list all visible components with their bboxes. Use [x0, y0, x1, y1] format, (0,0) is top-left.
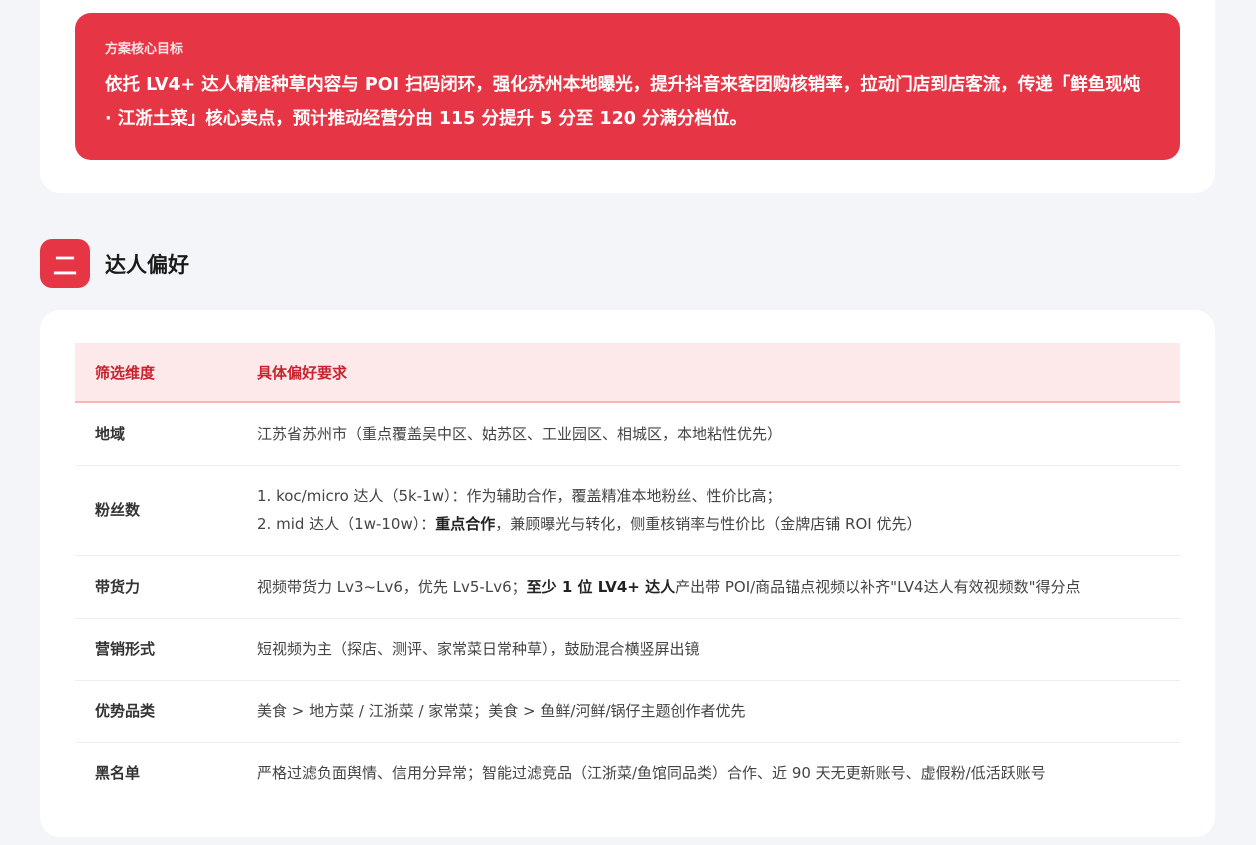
table-row: 粉丝数 1. koc/micro 达人（5k-1w）：作为辅助合作，覆盖精准本地… [75, 465, 1180, 556]
row-requirement: 1. koc/micro 达人（5k-1w）：作为辅助合作，覆盖精准本地粉丝、性… [257, 465, 1180, 556]
row-dimension: 地域 [75, 402, 257, 466]
section-title: 达人偏好 [105, 252, 189, 277]
requirement-text: 短视频为主（探店、测评、家常菜日常种草），鼓励混合横竖屏出镜 [257, 640, 700, 658]
row-requirement: 严格过滤负面舆情、信用分异常；智能过滤竞品（江浙菜/鱼馆同品类）合作、近 90 … [257, 742, 1180, 804]
column-header-dimension: 筛选维度 [75, 343, 257, 403]
column-header-requirement: 具体偏好要求 [257, 343, 1180, 403]
requirement-text: 2. mid 达人（1w-10w）： [257, 515, 436, 533]
row-dimension: 优势品类 [75, 680, 257, 743]
preference-table: 筛选维度 具体偏好要求 地域 江苏省苏州市（重点覆盖吴中区、姑苏区、工业园区、相… [75, 343, 1180, 804]
requirement-text: 美食 > 地方菜 / 江浙菜 / 家常菜；美食 > 鱼鲜/河鲜/锅仔主题创作者优… [257, 702, 746, 720]
row-requirement: 美食 > 地方菜 / 江浙菜 / 家常菜；美食 > 鱼鲜/河鲜/锅仔主题创作者优… [257, 680, 1180, 743]
row-dimension: 营销形式 [75, 618, 257, 681]
table-header-row: 筛选维度 具体偏好要求 [75, 343, 1180, 403]
table-row: 带货力 视频带货力 Lv3~Lv6，优先 Lv5-Lv6；至少 1 位 LV4+… [75, 555, 1180, 619]
row-dimension: 带货力 [75, 555, 257, 619]
section-number-badge: 二 [40, 239, 90, 288]
requirement-text: ，兼顾曝光与转化，侧重核销率与性价比（金牌店铺 ROI 优先） [495, 515, 922, 533]
row-requirement: 江苏省苏州市（重点覆盖吴中区、姑苏区、工业园区、相城区，本地粘性优先） [257, 402, 1180, 466]
requirement-emphasis: 重点合作 [435, 515, 496, 533]
row-requirement: 短视频为主（探店、测评、家常菜日常种草），鼓励混合横竖屏出镜 [257, 618, 1180, 681]
row-requirement: 视频带货力 Lv3~Lv6，优先 Lv5-Lv6；至少 1 位 LV4+ 达人产… [257, 555, 1180, 619]
row-dimension: 粉丝数 [75, 465, 257, 556]
requirement-text: 严格过滤负面舆情、信用分异常；智能过滤竞品（江浙菜/鱼馆同品类）合作、近 90 … [257, 764, 1046, 783]
table-row: 优势品类 美食 > 地方菜 / 江浙菜 / 家常菜；美食 > 鱼鲜/河鲜/锅仔主… [75, 680, 1180, 743]
table-row: 黑名单 严格过滤负面舆情、信用分异常；智能过滤竞品（江浙菜/鱼馆同品类）合作、近… [75, 742, 1180, 804]
requirement-text: 1. koc/micro 达人（5k-1w）：作为辅助合作，覆盖精准本地粉丝、性… [257, 487, 782, 505]
section-header: 二 达人偏好 [40, 239, 189, 288]
requirement-text: 视频带货力 Lv3~Lv6，优先 Lv5-Lv6； [257, 577, 527, 596]
requirement-line: 1. koc/micro 达人（5k-1w）：作为辅助合作，覆盖精准本地粉丝、性… [257, 482, 1160, 510]
goal-label: 方案核心目标 [105, 42, 184, 57]
requirement-text: 江苏省苏州市（重点覆盖吴中区、姑苏区、工业园区、相城区，本地粘性优先） [257, 424, 783, 443]
table-row: 地域 江苏省苏州市（重点覆盖吴中区、姑苏区、工业园区、相城区，本地粘性优先） [75, 402, 1180, 466]
requirement-line: 2. mid 达人（1w-10w）：重点合作，兼顾曝光与转化，侧重核销率与性价比… [257, 510, 1160, 538]
table-row: 营销形式 短视频为主（探店、测评、家常菜日常种草），鼓励混合横竖屏出镜 [75, 618, 1180, 681]
row-dimension: 黑名单 [95, 764, 141, 783]
requirement-text: 产出带 POI/商品锚点视频以补齐"LV4达人有效视频数"得分点 [675, 577, 1081, 596]
goal-banner: 方案核心目标 依托 LV4+ 达人精准种草内容与 POI 扫码闭环，强化苏州本地… [75, 13, 1180, 160]
goal-text: 依托 LV4+ 达人精准种草内容与 POI 扫码闭环，强化苏州本地曝光，提升抖音… [105, 75, 1141, 129]
requirement-emphasis: 至少 1 位 LV4+ 达人 [526, 577, 676, 596]
